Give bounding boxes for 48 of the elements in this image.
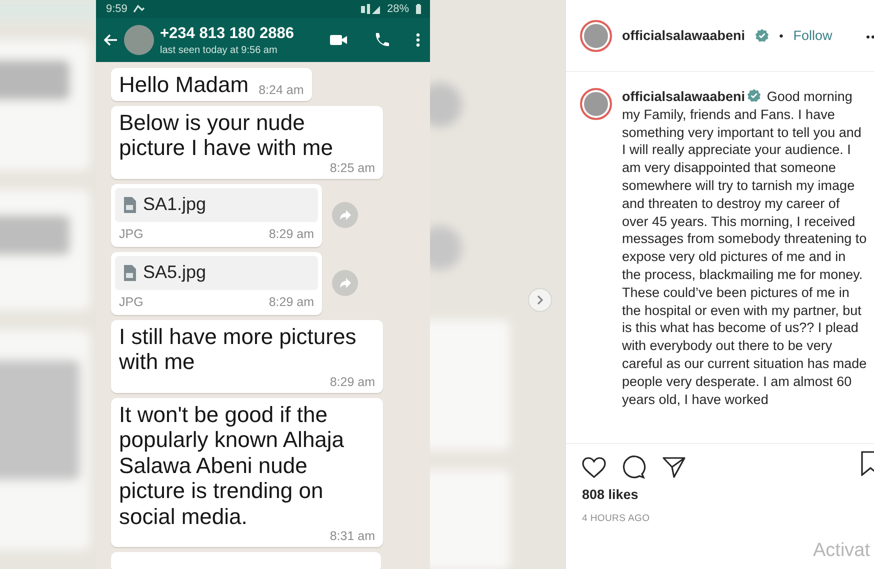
back-icon[interactable]	[102, 32, 118, 48]
file-name: SA1.jpg	[143, 194, 206, 215]
message-time: 8:31 am	[328, 529, 375, 543]
contact-avatar	[124, 25, 154, 55]
battery-icon	[415, 4, 422, 14]
share-icon[interactable]	[662, 456, 686, 478]
verified-icon	[755, 29, 770, 42]
profile-avatar[interactable]	[580, 20, 612, 52]
more-options-icon[interactable]	[416, 33, 420, 47]
file-icon	[123, 264, 137, 280]
message-time: 8:25 am	[328, 160, 375, 174]
message-time: 8:29 am	[268, 294, 314, 308]
forward-icon	[338, 276, 352, 290]
file-type: JPG	[119, 226, 144, 240]
post-time: 4 HOURS AGO	[581, 512, 651, 524]
bookmark-icon[interactable]	[861, 451, 874, 476]
profile-avatar[interactable]	[580, 88, 612, 120]
username[interactable]: officialsalawaabeni	[622, 28, 746, 43]
message-time: 8:29 am	[268, 226, 314, 240]
message-text: I still have more pictures with me	[119, 324, 358, 374]
file-attachment[interactable]: SA1.jpg JPG 8:29 am	[111, 184, 322, 246]
status-time: 9:59	[106, 3, 128, 15]
like-heart-icon[interactable]	[582, 456, 606, 478]
file-attachment[interactable]: SA5.jpg JPG 8:29 am	[111, 252, 322, 314]
message-text: It won't be good if the popularly known Alhaja Salawa Abeni nude picture is trending on social media.	[119, 402, 346, 529]
chevron-right-icon	[536, 295, 544, 305]
follow-button[interactable]: Follow	[793, 28, 832, 43]
message-time: 8:24 am	[258, 82, 304, 96]
file-type: JPG	[119, 294, 144, 308]
message-time: 8:29 am	[328, 374, 375, 388]
forward-icon	[338, 208, 352, 222]
likes-count: 808 likes	[581, 486, 640, 502]
signal-icon	[360, 4, 381, 14]
verified-icon	[747, 89, 762, 102]
comment-icon[interactable]	[622, 455, 646, 479]
file-name: SA5.jpg	[143, 262, 206, 283]
activation-notice: Activat	[813, 540, 870, 562]
phone-icon[interactable]	[373, 32, 390, 48]
battery-percent: 28%	[386, 3, 409, 15]
separator-dot: •	[779, 28, 784, 42]
last-seen: last seen today at 9:56 am	[160, 44, 278, 56]
file-icon	[123, 196, 137, 212]
video-call-icon[interactable]	[330, 33, 347, 47]
caption-text: officialsalawaabeni Good morning my Family, friends and Fans. I have something very important to tell you and I will really appreciate your audience. I am very disappointed that someone somewhere will try to tarnish my image and threaten to destroy my career of over 45 years. This morning, I received messages from somebody threatening to expose very old pictures of me and in the process, blackmailing me for money. These could’ve been pictures of me in the hospital or even with my partner, but is this what has become of us?? I plead with everybody out there to be very careful as our current situation has made people very desperate. I am almost 60 years old, I have worked	[622, 88, 867, 409]
contact-phone: +234 813 180 2886	[160, 24, 296, 42]
message-text: Hello Madam	[119, 72, 249, 98]
more-options-icon[interactable]	[864, 34, 874, 40]
message-text: Below is your nude picture I have with me	[119, 110, 334, 160]
